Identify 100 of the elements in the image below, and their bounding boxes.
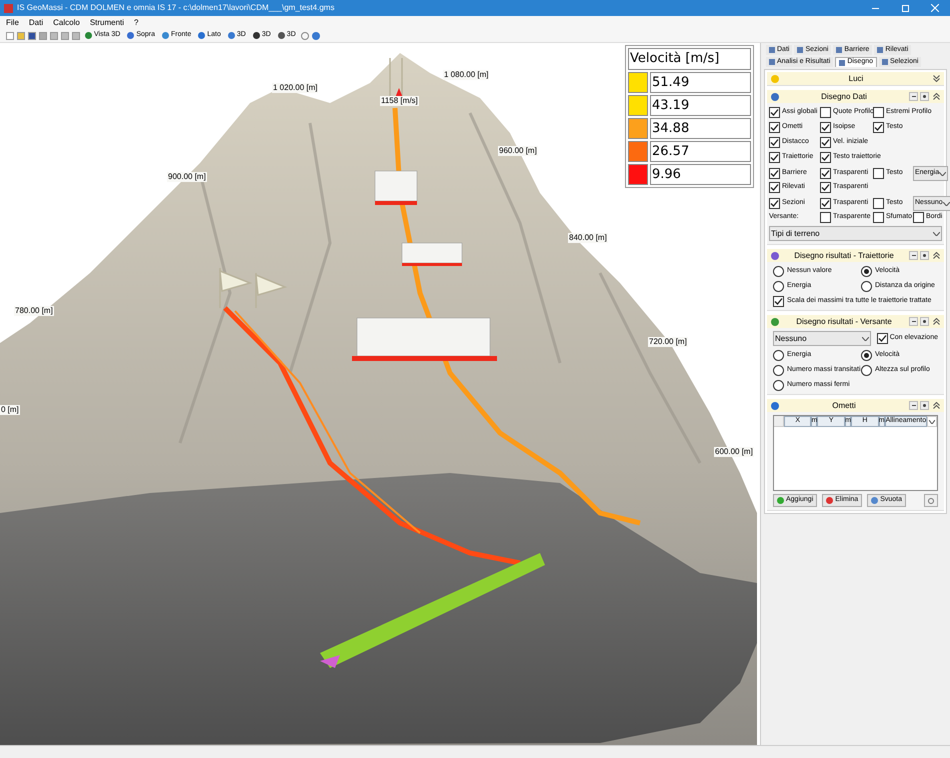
row-header-corner	[774, 416, 784, 427]
checkbox[interactable]	[820, 198, 831, 209]
button-icon	[228, 32, 235, 39]
section-title: Disegno risultati - Traiettorie	[793, 250, 895, 262]
button-icon	[777, 497, 784, 504]
checkbox[interactable]	[820, 122, 831, 132]
button-icon	[252, 32, 260, 39]
checkbox[interactable]	[769, 182, 780, 192]
window-title: IS GeoMassi - CDM DOLMEN e omnia IS 17 - c:\dolmen17\lavori\CDM___\gm_test4.gms	[17, 2, 336, 14]
elevation-label: 960.00 [m]	[498, 146, 538, 156]
minus-icon[interactable]	[909, 251, 918, 260]
section-header[interactable]: Luci	[767, 72, 944, 85]
radio-button[interactable]	[861, 280, 872, 292]
checkbox[interactable]	[820, 212, 831, 222]
legend-value: 51.49	[650, 72, 751, 93]
minus-icon[interactable]	[909, 401, 918, 410]
checkbox[interactable]	[769, 122, 780, 132]
collapse-icon[interactable]	[933, 402, 940, 409]
button-icon	[85, 32, 92, 39]
checkbox[interactable]	[913, 212, 924, 222]
button-icon	[871, 497, 878, 504]
checkbox[interactable]	[820, 106, 831, 118]
button-icon	[162, 32, 170, 39]
checkbox[interactable]	[820, 168, 831, 179]
checkbox[interactable]	[873, 168, 884, 179]
section-icon	[771, 74, 779, 82]
elevation-label: 720.00 [m]	[648, 337, 688, 347]
checkbox[interactable]	[873, 106, 884, 118]
elevation-label: 840.00 [m]	[568, 233, 608, 243]
button-icon	[198, 32, 206, 39]
radio-button[interactable]	[861, 350, 872, 360]
radio-button[interactable]	[861, 364, 872, 376]
section-title: Disegno risultati - Versante	[795, 316, 893, 328]
section-icon	[771, 92, 779, 100]
dropdown[interactable]: Nessuno	[773, 331, 871, 346]
checkbox[interactable]	[820, 136, 831, 148]
menu-item[interactable]: Strumenti	[90, 16, 124, 28]
checkbox[interactable]	[873, 212, 884, 222]
checkbox[interactable]	[773, 296, 784, 306]
collapse-icon[interactable]	[933, 93, 940, 100]
section-icon	[771, 252, 779, 260]
radio-button[interactable]	[773, 266, 784, 276]
expand-icon[interactable]	[933, 75, 940, 82]
caret-icon	[933, 232, 940, 236]
legend-value: 43.19	[650, 95, 751, 116]
elevation-label: 1 080.00 [m]	[443, 70, 490, 80]
section-title: Luci	[848, 72, 864, 84]
checkbox[interactable]	[820, 182, 831, 192]
legend-value: 9.96	[650, 164, 751, 185]
dropdown-caret-icon[interactable]	[927, 416, 937, 427]
checkbox[interactable]	[873, 122, 884, 132]
checkbox[interactable]	[873, 198, 884, 209]
legend-title: Velocità [m/s]	[628, 48, 751, 70]
collapse-icon[interactable]	[933, 252, 940, 259]
button-icon	[278, 32, 285, 39]
caret-icon	[942, 202, 950, 206]
elevation-label: 600.00 [m]	[714, 447, 754, 457]
elevation-label: 1158 [m/s]	[380, 96, 419, 106]
section-icon	[771, 318, 779, 326]
minus-icon[interactable]	[909, 317, 918, 326]
check-icon	[878, 334, 887, 343]
elevation-label: 0 [m]	[0, 405, 20, 415]
legend-value: 34.88	[650, 118, 751, 139]
section-icon	[771, 402, 779, 410]
section-title: Ometti	[831, 400, 857, 412]
section-title: Disegno Dati	[820, 90, 868, 102]
radio-button[interactable]	[861, 266, 872, 276]
check-icon	[874, 122, 883, 132]
checkbox[interactable]	[820, 152, 831, 162]
button-icon	[826, 497, 834, 504]
menu-item[interactable]: ?	[134, 16, 138, 28]
checkbox[interactable]	[769, 168, 780, 179]
tab-icon	[797, 47, 804, 53]
checkbox[interactable]	[769, 198, 780, 209]
checkbox[interactable]	[769, 152, 780, 162]
close-icon[interactable]	[931, 4, 939, 12]
minus-icon[interactable]	[909, 92, 918, 101]
help-icon[interactable]	[312, 32, 320, 40]
radio-button[interactable]	[773, 350, 784, 360]
checkbox[interactable]	[769, 106, 780, 118]
section-header[interactable]: Disegno Dati	[767, 90, 944, 103]
section-header[interactable]: Disegno risultati - Versante	[767, 315, 944, 328]
elevation-label: 900.00 [m]	[167, 172, 207, 182]
menu-item[interactable]: File	[6, 16, 19, 28]
caret-icon	[862, 336, 869, 340]
section-header[interactable]: Disegno risultati - Traiettorie	[767, 249, 944, 262]
app-icon	[4, 4, 13, 12]
menu-item[interactable]: Dati	[28, 16, 44, 28]
menu-item[interactable]: Calcolo	[53, 16, 80, 28]
collapse-icon[interactable]	[933, 318, 940, 325]
dropdown[interactable]: Tipi di terreno	[769, 226, 942, 241]
check-icon	[774, 296, 783, 306]
radio-button[interactable]	[773, 280, 784, 292]
checkbox[interactable]	[876, 333, 888, 344]
checkbox[interactable]	[769, 136, 780, 148]
radio-button[interactable]	[773, 364, 784, 376]
radio-button[interactable]	[773, 380, 784, 390]
caret-icon	[939, 172, 946, 176]
section-header[interactable]: Ometti	[767, 399, 944, 412]
elevation-label: 780.00 [m]	[14, 306, 54, 316]
